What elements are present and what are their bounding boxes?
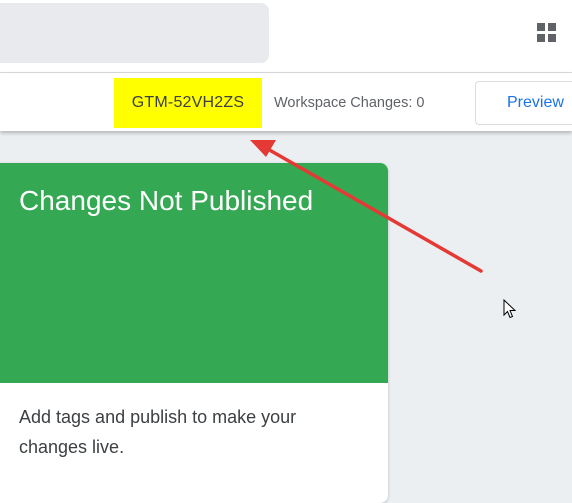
container-id: GTM-52VH2ZS [114, 78, 262, 128]
workspace-changes-label: Workspace Changes: [274, 95, 413, 111]
workspace-bar: GTM-52VH2ZS Workspace Changes: 0 Preview [0, 73, 572, 131]
changes-not-published-card: Changes Not Published Add tags and publi… [0, 163, 388, 503]
workspace-changes: Workspace Changes: 0 [274, 95, 424, 111]
apps-grid-icon[interactable] [537, 23, 556, 42]
top-app-bar [0, 0, 572, 73]
card-header: Changes Not Published [0, 163, 388, 383]
mouse-pointer-icon [503, 299, 517, 319]
card-body: Add tags and publish to make your change… [19, 407, 297, 457]
workspace-changes-count: 0 [416, 95, 425, 111]
preview-button[interactable]: Preview [475, 81, 572, 125]
search-bar[interactable] [0, 3, 269, 63]
card-title: Changes Not Published [19, 185, 314, 216]
